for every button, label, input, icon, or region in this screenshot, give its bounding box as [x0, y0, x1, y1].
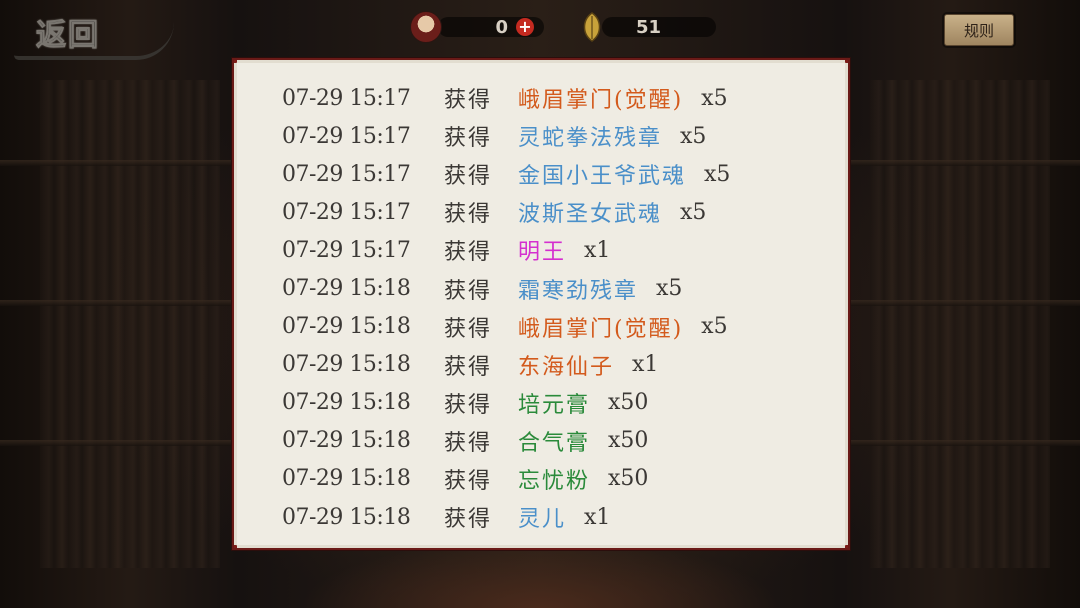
log-qty: x50	[608, 428, 649, 454]
log-item: 培元膏	[518, 392, 591, 418]
log-action: 获得	[444, 354, 493, 380]
log-action: 获得	[444, 278, 493, 304]
rules-label: 规则	[963, 21, 994, 40]
log-time: 07-29 15:17	[282, 85, 411, 111]
back-button[interactable]: 返回	[14, 4, 174, 60]
leaf-icon	[583, 12, 601, 42]
log-action: 获得	[444, 202, 493, 228]
log-row: 07-29 15:18 获得 霜寒劲残章 x5	[282, 269, 848, 307]
log-row: 07-29 15:17 获得 灵蛇拳法残章 x5	[282, 117, 848, 155]
log-qty: x5	[701, 85, 728, 111]
log-time: 07-29 15:18	[282, 276, 411, 302]
log-row: 07-29 15:18 获得 灵儿 x1	[282, 498, 848, 536]
log-row: 07-29 15:18 获得 合气膏 x50	[282, 422, 848, 460]
log-action: 获得	[444, 468, 493, 494]
back-label: 返回	[36, 18, 100, 54]
rules-button[interactable]: 规则	[944, 14, 1014, 46]
reward-log-list: 07-29 15:17 获得 峨眉掌门(觉醒) x5 07-29 15:17 获…	[282, 79, 848, 536]
log-qty: x5	[680, 199, 707, 225]
resource-b-pill: 51	[602, 16, 716, 38]
log-item: 东海仙子	[518, 354, 615, 380]
panel-corner	[234, 60, 237, 63]
log-qty: x50	[608, 466, 649, 492]
log-row: 07-29 15:18 获得 峨眉掌门(觉醒) x5	[282, 308, 848, 346]
panel-corner	[845, 60, 848, 63]
add-icon[interactable]: +	[516, 18, 534, 36]
reward-log-panel: 07-29 15:17 获得 峨眉掌门(觉醒) x5 07-29 15:17 获…	[232, 58, 850, 550]
log-item: 忘忧粉	[518, 468, 591, 494]
log-qty: x5	[701, 314, 728, 340]
log-qty: x1	[584, 504, 611, 530]
log-row: 07-29 15:18 获得 东海仙子 x1	[282, 346, 848, 384]
log-item: 金国小王爷武魂	[518, 164, 687, 190]
character-avatar-icon	[410, 11, 442, 43]
log-action: 获得	[444, 126, 493, 152]
log-item: 明王	[518, 240, 567, 266]
log-item: 灵蛇拳法残章	[518, 126, 663, 152]
log-qty: x5	[704, 161, 731, 187]
log-qty: x5	[656, 276, 683, 302]
log-time: 07-29 15:17	[282, 199, 411, 225]
log-time: 07-29 15:18	[282, 314, 411, 340]
log-action: 获得	[444, 240, 493, 266]
log-time: 07-29 15:18	[282, 466, 411, 492]
log-qty: x50	[608, 390, 649, 416]
resource-a: 0 +	[410, 11, 544, 43]
log-time: 07-29 15:18	[282, 352, 411, 378]
log-time: 07-29 15:18	[282, 428, 411, 454]
bookshelf-left	[40, 80, 220, 568]
resource-b-value: 51	[636, 16, 662, 38]
log-time: 07-29 15:17	[282, 161, 411, 187]
log-item: 灵儿	[518, 507, 567, 533]
log-item: 波斯圣女武魂	[518, 202, 663, 228]
log-time: 07-29 15:17	[282, 123, 411, 149]
log-item: 峨眉掌门(觉醒)	[518, 88, 684, 114]
log-row: 07-29 15:17 获得 明王 x1	[282, 231, 848, 269]
log-row: 07-29 15:17 获得 峨眉掌门(觉醒) x5	[282, 79, 848, 117]
log-action: 获得	[444, 88, 493, 114]
resource-b: 51	[580, 12, 716, 42]
log-action: 获得	[444, 316, 493, 342]
log-action: 获得	[444, 507, 493, 533]
resource-a-value: 0	[495, 16, 508, 38]
log-item: 合气膏	[518, 430, 591, 456]
log-qty: x1	[632, 352, 659, 378]
log-time: 07-29 15:18	[282, 504, 411, 530]
log-item: 峨眉掌门(觉醒)	[518, 316, 684, 342]
log-row: 07-29 15:18 获得 忘忧粉 x50	[282, 460, 848, 498]
log-qty: x5	[680, 123, 707, 149]
log-item: 霜寒劲残章	[518, 278, 639, 304]
log-time: 07-29 15:18	[282, 390, 411, 416]
log-row: 07-29 15:18 获得 培元膏 x50	[282, 384, 848, 422]
log-row: 07-29 15:17 获得 金国小王爷武魂 x5	[282, 155, 848, 193]
log-action: 获得	[444, 430, 493, 456]
log-time: 07-29 15:17	[282, 237, 411, 263]
resource-a-pill: 0 +	[438, 16, 544, 38]
log-row: 07-29 15:17 获得 波斯圣女武魂 x5	[282, 193, 848, 231]
bookshelf-right	[870, 80, 1050, 568]
log-action: 获得	[444, 164, 493, 190]
log-qty: x1	[584, 237, 611, 263]
log-action: 获得	[444, 392, 493, 418]
